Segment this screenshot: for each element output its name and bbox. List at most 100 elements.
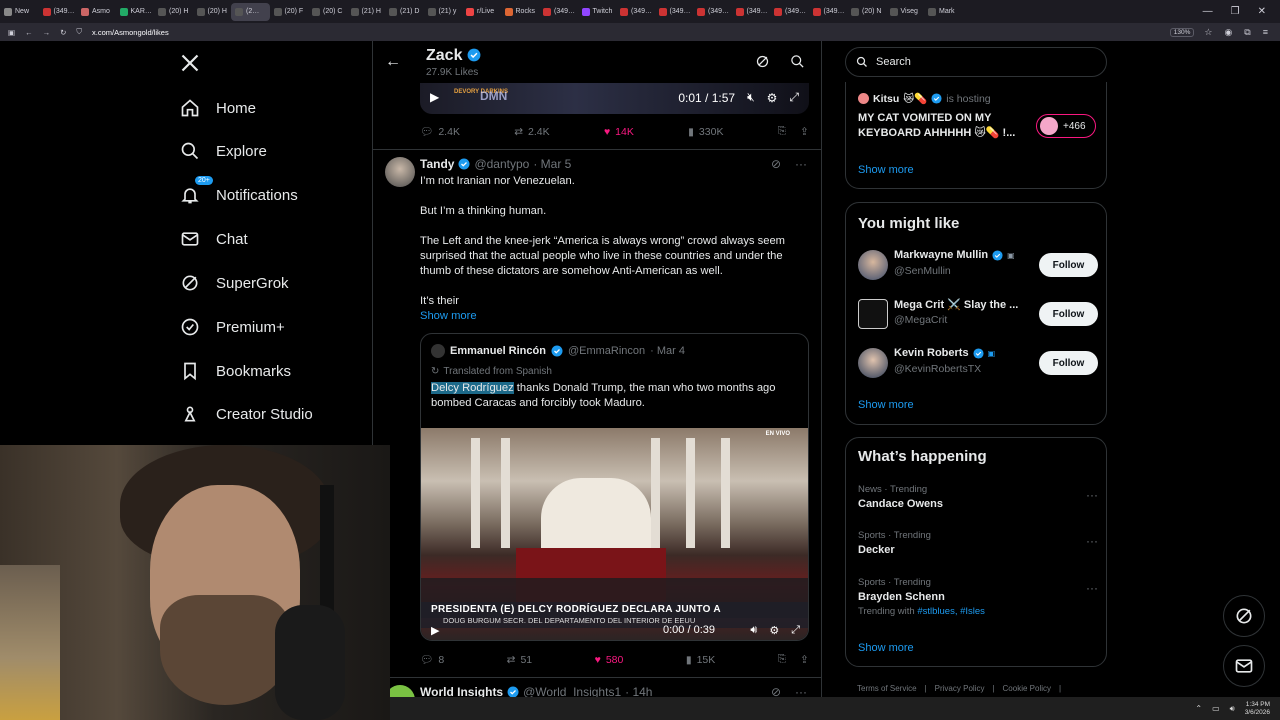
show-more-link[interactable]: Show more (420, 309, 810, 324)
bookmark-icon[interactable]: ⎘ (778, 125, 786, 138)
views-button[interactable]: ▮ 15K (686, 653, 715, 666)
browser-tab[interactable]: r/Live (462, 3, 501, 21)
browser-tab[interactable]: (20) F (270, 3, 309, 21)
sidebar-toggle-icon[interactable]: ▣ (8, 28, 15, 37)
grok-icon[interactable] (755, 54, 770, 69)
back-nav-icon[interactable]: ← (25, 28, 33, 37)
like-button[interactable]: ♥ 580 (595, 653, 624, 666)
privacy-link[interactable]: Privacy Policy (935, 684, 985, 693)
more-options-icon[interactable]: ··· (1086, 488, 1098, 502)
cookie-link[interactable]: Cookie Policy (1003, 684, 1051, 693)
follow-button[interactable]: Follow (1039, 351, 1098, 375)
search-input[interactable]: Search (845, 47, 1107, 77)
browser-tab[interactable]: KAR… (116, 3, 155, 21)
forward-nav-icon[interactable]: → (43, 28, 51, 37)
browser-tab[interactable]: (20) N (847, 3, 886, 21)
follow-button[interactable]: Follow (1039, 302, 1098, 326)
browser-tab[interactable]: Asmo (77, 3, 116, 21)
repost-button[interactable]: ⇄ 51 (507, 653, 533, 666)
live-listeners[interactable]: +466 (1036, 114, 1096, 138)
live-host-name[interactable]: Kitsu (873, 93, 899, 105)
browser-tab[interactable]: (349… (770, 3, 809, 21)
fullscreen-icon[interactable]: ⤢ (789, 90, 799, 105)
author-name[interactable]: Tandy (420, 157, 454, 171)
quoted-tweet[interactable]: Emmanuel Rincón @EmmaRincon · Mar 4 ↻ Tr… (420, 333, 809, 641)
close-window-icon[interactable]: ✕ (1258, 6, 1266, 17)
more-options-icon[interactable]: ··· (1086, 534, 1098, 548)
browser-tab[interactable]: (21) y (424, 3, 463, 21)
previous-video-player[interactable]: ▶ DEVORY DARKINS DMN 0:01 / 1:57 🔇︎ ⚙ ⤢ (420, 83, 809, 114)
author-handle[interactable]: @dantypo (474, 157, 529, 171)
play-icon[interactable]: ▶ (431, 624, 439, 637)
browser-tab[interactable]: (20) H (193, 3, 232, 21)
follow-suggestion[interactable]: Mega Crit ⚔️ Slay the ... @MegaCrit Foll… (858, 296, 1098, 332)
browser-tab[interactable]: Rocks (501, 3, 540, 21)
tweet-date[interactable]: · Mar 5 (533, 157, 571, 171)
grok-icon[interactable]: ⊘ (771, 157, 781, 171)
browser-tab[interactable]: (349… (732, 3, 771, 21)
volume-icon[interactable]: 🔊︎ (750, 624, 757, 637)
reply-button[interactable]: 💬︎ 8 (420, 653, 444, 667)
menu-icon[interactable]: ≡ (1263, 27, 1268, 38)
follow-button[interactable]: Follow (1039, 253, 1098, 277)
messages-fab[interactable] (1223, 645, 1265, 687)
like-button[interactable]: ♥ 14K (604, 125, 634, 138)
x-logo-icon[interactable] (180, 53, 200, 79)
nav-creator-studio[interactable]: Creator Studio (180, 404, 313, 424)
share-icon[interactable]: ⇪ (800, 126, 809, 138)
show-more-link[interactable]: Show more (858, 164, 914, 176)
search-icon[interactable] (790, 54, 805, 69)
nav-bookmarks[interactable]: Bookmarks (180, 361, 291, 381)
browser-tab[interactable]: (349… (655, 3, 694, 21)
system-clock[interactable]: 1:34 PM 3/6/2026 (1245, 701, 1270, 717)
avatar[interactable] (385, 157, 415, 187)
share-icon[interactable]: ⇪ (800, 654, 809, 666)
browser-tab[interactable]: (2… (231, 2, 270, 21)
live-title[interactable]: MY CAT VOMITED ON MY KEYBOARD AHHHHH 😿💊 … (858, 111, 1028, 141)
bookmark-icon[interactable]: ⎘ (778, 653, 786, 666)
play-icon[interactable]: ▶ (430, 90, 439, 104)
browser-tab[interactable]: (20) C (308, 3, 347, 21)
browser-tab[interactable]: (349… (39, 3, 78, 21)
follow-suggestion[interactable]: Kevin Roberts ▣ @KevinRobertsTX Follow (858, 345, 1098, 381)
browser-tab[interactable]: (349… (539, 3, 578, 21)
tray-chevron-icon[interactable]: ⌃ (1195, 704, 1202, 713)
browser-tab[interactable]: (20) H (154, 3, 193, 21)
restore-icon[interactable]: ❐ (1231, 6, 1240, 17)
more-options-icon[interactable]: ··· (1086, 581, 1098, 595)
trend-item[interactable]: Sports · Trending Decker ··· (858, 530, 1098, 556)
url-field[interactable]: x.com/Asmongold/likes (92, 28, 169, 37)
browser-tab[interactable]: (349… (809, 3, 848, 21)
nav-explore[interactable]: Explore (180, 141, 267, 161)
reload-icon[interactable]: ↻ (60, 28, 66, 37)
show-more-link[interactable]: Show more (858, 399, 914, 411)
browser-tab[interactable]: (21) H (347, 3, 386, 21)
views-button[interactable]: ▮ 330K (688, 125, 723, 138)
nav-notifications[interactable]: 20+ Notifications (180, 176, 298, 205)
show-more-link[interactable]: Show more (858, 642, 914, 654)
browser-tab[interactable]: (21) D (385, 3, 424, 21)
back-arrow-icon[interactable]: ← (385, 53, 401, 71)
repost-button[interactable]: ⇄ 2.4K (514, 125, 549, 138)
fullscreen-icon[interactable]: ⤢ (791, 624, 800, 637)
trend-tags[interactable]: #stlblues, #Isles (917, 606, 985, 617)
mute-icon[interactable]: 🔇︎ (747, 90, 755, 105)
extensions-icon[interactable]: ⧉ (1244, 27, 1250, 38)
network-icon[interactable]: ▭ (1212, 704, 1220, 713)
trend-item[interactable]: News · Trending Candace Owens ··· (858, 484, 1098, 510)
browser-tab[interactable]: New (0, 3, 39, 21)
nav-supergrok[interactable]: SuperGrok (180, 273, 289, 293)
terms-link[interactable]: Terms of Service (857, 684, 917, 693)
volume-icon[interactable]: 🔊︎ (1230, 704, 1235, 714)
zoom-level[interactable]: 130% (1169, 27, 1195, 37)
account-icon[interactable]: ◉ (1224, 27, 1232, 38)
browser-tab[interactable]: Mark (924, 3, 963, 21)
nav-chat[interactable]: Chat (180, 229, 248, 249)
browser-tab[interactable]: Viseg (886, 3, 925, 21)
browser-tab[interactable]: (349… (616, 3, 655, 21)
settings-icon[interactable]: ⚙ (769, 624, 779, 637)
nav-home[interactable]: Home (180, 98, 256, 118)
trend-item[interactable]: Sports · Trending Brayden Schenn Trendin… (858, 577, 1098, 617)
nav-premium[interactable]: Premium+ (180, 317, 285, 337)
settings-icon[interactable]: ⚙ (767, 91, 778, 105)
